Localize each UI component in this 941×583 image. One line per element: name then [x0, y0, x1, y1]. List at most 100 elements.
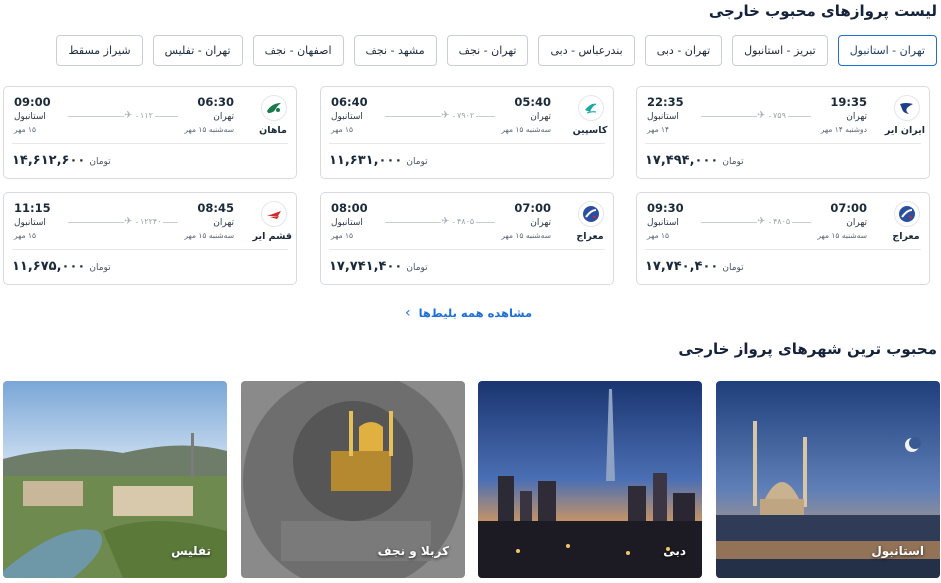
card-divider [645, 143, 921, 144]
departure-date: سه‌شنبه ۱۵ مهر [184, 231, 234, 240]
flight-card[interactable]: ایران ایر 19:35 تهران دوشنبه ۱۴ مهر ✈ ۷۵… [636, 86, 930, 179]
price-currency: تومان [722, 263, 744, 273]
arrival-city: استانبول [14, 112, 46, 122]
destination-card-istanbul[interactable]: استانبول [716, 381, 940, 578]
iranair-logo-icon [894, 95, 920, 121]
flight-card[interactable]: قشم ایر 08:45 تهران سه‌شنبه ۱۵ مهر ✈ ۱۲۲… [3, 192, 297, 285]
card-divider [12, 249, 288, 250]
mahan-logo-icon [261, 95, 287, 121]
flight-path-line [701, 222, 811, 223]
price-currency: تومان [406, 157, 428, 167]
arrival-city: استانبول [331, 112, 363, 122]
arrival-time: 22:35 [647, 95, 684, 109]
destination-card-dubai[interactable]: دبی [478, 381, 702, 578]
arrival-date: ۱۵ مهر [14, 125, 37, 134]
airline-name: ایران ایر [884, 125, 925, 136]
arrival-time: 11:15 [14, 201, 51, 215]
chevron-left-icon: › [405, 305, 411, 321]
airplane-icon: ✈ [441, 111, 453, 121]
price-amount: ۱۱,۶۳۱,۰۰۰ [329, 153, 403, 168]
price-currency: تومان [89, 263, 111, 273]
arrival-city: استانبول [14, 218, 46, 228]
route-tab-bandarabbas-dubai[interactable]: بندرعباس - دبی [538, 35, 635, 66]
price-amount: ۱۷,۴۹۴,۰۰۰ [645, 153, 719, 168]
departure-date: سه‌شنبه ۱۵ مهر [184, 125, 234, 134]
card-divider [329, 249, 605, 250]
arrival-time: 09:00 [14, 95, 51, 109]
departure-time: 07:00 [514, 201, 551, 215]
arrival-time: 06:40 [331, 95, 368, 109]
route-tab-shiraz-muscat[interactable]: شیراز مسقط [56, 35, 143, 66]
price: ۱۷,۷۴۰,۴۰۰ تومان [645, 259, 744, 274]
arrival-date: ۱۵ مهر [331, 125, 354, 134]
arrival-date: ۱۵ مهر [14, 231, 37, 240]
destination-card-tbilisi[interactable]: تفلیس [3, 381, 227, 578]
flight-number: ۷۹۰۲ [455, 111, 477, 120]
flight-card[interactable]: معراج 07:00 تهران سه‌شنبه ۱۵ مهر ✈ ۴۸۰۵ … [636, 192, 930, 285]
route-tab-tehran-tbilisi[interactable]: تهران - تفلیس [152, 35, 243, 66]
card-divider [12, 143, 288, 144]
flight-number: ۴۸۰۵ [771, 217, 793, 226]
flight-number: ۷۵۹ [771, 111, 788, 120]
arrival-date: ۱۵ مهر [647, 231, 670, 240]
card-divider [329, 143, 605, 144]
departure-city: تهران [530, 112, 551, 122]
price-amount: ۱۷,۷۴۱,۴۰۰ [329, 259, 403, 274]
route-tab-isfahan-najaf[interactable]: اصفهان - نجف [252, 35, 344, 66]
airline-name: کاسپین [572, 125, 608, 136]
arrival-city: استانبول [647, 218, 679, 228]
arrival-time: 08:00 [331, 201, 368, 215]
airplane-icon: ✈ [124, 111, 136, 121]
departure-city: تهران [530, 218, 551, 228]
airline-name: ماهان [259, 125, 287, 136]
route-tab-tehran-dubai[interactable]: تهران - دبی [644, 35, 723, 66]
price: ۱۷,۴۹۴,۰۰۰ تومان [645, 153, 744, 168]
airplane-icon: ✈ [441, 217, 453, 227]
meraj-logo-icon [578, 201, 604, 227]
flight-path-line [385, 222, 495, 223]
destination-name: استانبول [871, 544, 924, 558]
flight-path-line [68, 116, 178, 117]
price-currency: تومان [722, 157, 744, 167]
destination-name: دبی [663, 544, 686, 558]
route-tab-tehran-istanbul[interactable]: تهران - استانبول [837, 35, 937, 66]
departure-date: سه‌شنبه ۱۵ مهر [501, 125, 551, 134]
destination-card-karbala-najaf[interactable]: کربلا و نجف [241, 381, 465, 578]
departure-date: سه‌شنبه ۱۵ مهر [817, 231, 867, 240]
flight-card[interactable]: کاسپین 05:40 تهران سه‌شنبه ۱۵ مهر ✈ ۷۹۰۲… [320, 86, 614, 179]
meraj-logo-icon [894, 201, 920, 227]
airline-name: معراج [576, 231, 604, 242]
see-all-tickets-link[interactable]: مشاهده همه بلیط‌ها › [405, 305, 532, 321]
flight-number: ۴۸۰۵ [455, 217, 477, 226]
flight-path-line [701, 116, 811, 117]
departure-date: دوشنبه ۱۴ مهر [820, 125, 867, 134]
departure-time: 19:35 [830, 95, 867, 109]
price-amount: ۱۱,۶۷۵,۰۰۰ [12, 259, 86, 274]
arrival-time: 09:30 [647, 201, 684, 215]
price-amount: ۱۴,۶۱۲,۶۰۰ [12, 153, 86, 168]
price: ۱۷,۷۴۱,۴۰۰ تومان [329, 259, 428, 274]
route-tabs: تهران - استانبول تبریز - استانبول تهران … [56, 35, 937, 66]
flight-card[interactable]: معراج 07:00 تهران سه‌شنبه ۱۵ مهر ✈ ۴۸۰۵ … [320, 192, 614, 285]
flight-card[interactable]: ماهان 06:30 تهران سه‌شنبه ۱۵ مهر ✈ ۱۱۲ 0… [3, 86, 297, 179]
arrival-date: ۱۵ مهر [331, 231, 354, 240]
caspian-logo-icon [578, 95, 604, 121]
route-tab-tehran-najaf[interactable]: تهران - نجف [446, 35, 529, 66]
departure-city: تهران [846, 112, 867, 122]
airplane-icon: ✈ [757, 111, 769, 121]
price-amount: ۱۷,۷۴۰,۴۰۰ [645, 259, 719, 274]
route-tab-tabriz-istanbul[interactable]: تبریز - استانبول [732, 35, 828, 66]
popular-cities-title: محبوب ترین شهرهای پرواز خارجی [678, 340, 937, 358]
airplane-icon: ✈ [757, 217, 769, 227]
card-divider [645, 249, 921, 250]
departure-time: 08:45 [197, 201, 234, 215]
destination-name: تفلیس [171, 544, 211, 558]
departure-city: تهران [213, 112, 234, 122]
departure-time: 05:40 [514, 95, 551, 109]
flight-path-line [385, 116, 495, 117]
route-tab-mashhad-najaf[interactable]: مشهد - نجف [353, 35, 437, 66]
price-currency: تومان [89, 157, 111, 167]
airplane-icon: ✈ [124, 217, 136, 227]
arrival-city: استانبول [647, 112, 679, 122]
airline-name: قشم ایر [252, 231, 292, 242]
